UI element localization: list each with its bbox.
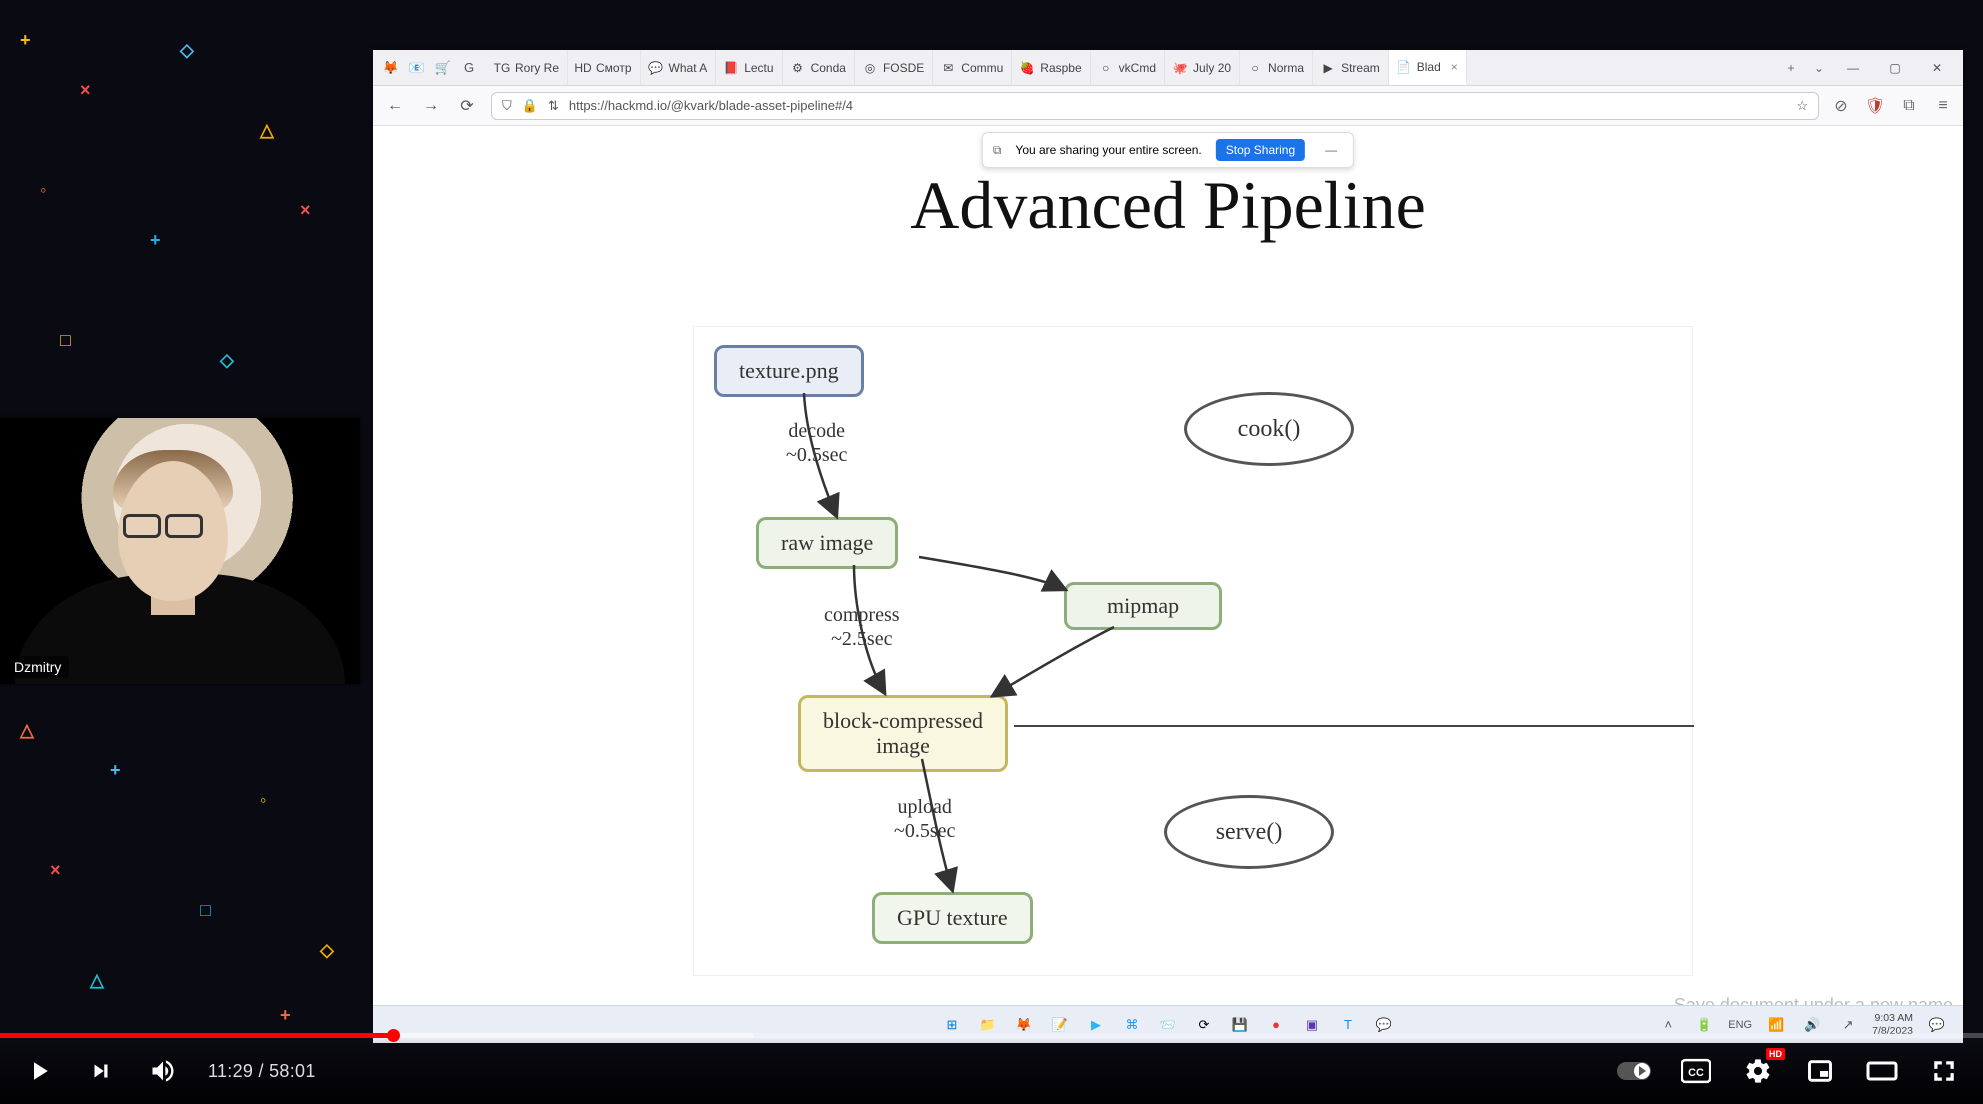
diagram-label-upload: upload~0.5sec	[894, 795, 955, 843]
pinned-tab[interactable]: G	[459, 58, 479, 78]
permission-icon[interactable]: ⇅	[548, 98, 559, 114]
share-message: You are sharing your entire screen.	[1015, 143, 1201, 157]
hamburger-menu-icon[interactable]: ≡	[1933, 96, 1953, 116]
captions-button[interactable]: CC	[1679, 1054, 1713, 1088]
browser-tab-strip: 🦊 📧 🛒 G TGRory Re HDСмотр 💬What A 📕Lectu…	[373, 50, 1963, 86]
diagram-node-raw: raw image	[756, 517, 898, 569]
settings-button[interactable]: HD	[1741, 1054, 1775, 1088]
svg-text:CC: CC	[1688, 1067, 1704, 1079]
video-controls: 11:29 / 58:01 CC HD	[0, 1038, 1983, 1104]
pipeline-diagram: texture.png raw image mipmap block-compr…	[693, 326, 1693, 976]
url-bar[interactable]: ⛉ 🔒 ⇅ https://hackmd.io/@kvark/blade-ass…	[491, 92, 1819, 120]
browser-tab[interactable]: TGRory Re	[487, 50, 568, 85]
diagram-node-mipmap: mipmap	[1064, 582, 1222, 630]
pinned-tab[interactable]: 🛒	[433, 58, 453, 78]
browser-tab[interactable]: 🍓Raspbe	[1012, 50, 1090, 85]
window-maximize-button[interactable]: ▢	[1875, 53, 1915, 83]
stop-sharing-button[interactable]: Stop Sharing	[1216, 139, 1305, 161]
screen-share-banner: ⧉ You are sharing your entire screen. St…	[982, 132, 1354, 168]
diagram-call-cook: cook()	[1184, 392, 1354, 466]
lock-icon[interactable]: 🔒	[522, 98, 538, 114]
browser-tab[interactable]: ◎FOSDE	[855, 50, 933, 85]
theater-mode-button[interactable]	[1865, 1054, 1899, 1088]
diagram-label-decode: decode~0.5sec	[786, 419, 847, 467]
diagram-separator	[1014, 725, 1694, 727]
time-display: 11:29 / 58:01	[208, 1061, 316, 1082]
diagram-node-texture: texture.png	[714, 345, 864, 397]
presenter-webcam: Dzmitry	[0, 418, 360, 684]
browser-tab[interactable]: ✉Commu	[933, 50, 1012, 85]
bookmark-star-icon[interactable]: ☆	[1796, 98, 1808, 114]
nav-forward-button[interactable]: →	[419, 94, 443, 118]
mute-button[interactable]	[146, 1054, 180, 1088]
browser-tab[interactable]: ▶Stream	[1313, 50, 1389, 85]
play-button[interactable]	[22, 1054, 56, 1088]
diagram-label-compress: compress~2.5sec	[824, 603, 900, 651]
close-tab-icon[interactable]: ×	[1451, 60, 1458, 74]
browser-tab[interactable]: 🐙July 20	[1165, 50, 1240, 85]
new-tab-button[interactable]: +	[1777, 61, 1805, 75]
minimize-sharebar-button[interactable]: —	[1319, 143, 1343, 157]
nav-back-button[interactable]: ←	[383, 94, 407, 118]
browser-tabs: TGRory Re HDСмотр 💬What A 📕Lectu ⚙Conda …	[487, 50, 1777, 85]
browser-tab[interactable]: HDСмотр	[568, 50, 641, 85]
browser-viewport: ⧉ You are sharing your entire screen. St…	[373, 126, 1963, 1030]
fullscreen-button[interactable]	[1927, 1054, 1961, 1088]
pinned-tab[interactable]: 🦊	[381, 58, 401, 78]
browser-tab-active[interactable]: 📄 Blad ×	[1389, 50, 1467, 85]
diagram-node-gpu: GPU texture	[872, 892, 1033, 944]
hd-badge: HD	[1766, 1048, 1785, 1060]
pinned-tab[interactable]: 📧	[407, 58, 427, 78]
shared-firefox-window: 🦊 📧 🛒 G TGRory Re HDСмотр 💬What A 📕Lectu…	[373, 50, 1963, 1030]
shield-icon[interactable]: ⛉	[502, 98, 512, 114]
miniplayer-button[interactable]	[1803, 1054, 1837, 1088]
presenter-name-label: Dzmitry	[6, 656, 69, 678]
pinned-tabs: 🦊 📧 🛒 G	[373, 58, 487, 78]
extension-icon[interactable]: 🛡	[1865, 96, 1885, 116]
next-video-button[interactable]	[84, 1054, 118, 1088]
browser-tab[interactable]: 💬What A	[641, 50, 717, 85]
autoplay-toggle[interactable]	[1617, 1054, 1651, 1088]
window-close-button[interactable]: ✕	[1917, 53, 1957, 83]
extension-icon[interactable]: ⧉	[1899, 96, 1919, 116]
diagram-call-serve: serve()	[1164, 795, 1334, 869]
slide-title: Advanced Pipeline	[373, 166, 1963, 245]
window-minimize-button[interactable]: —	[1833, 53, 1873, 83]
url-text: https://hackmd.io/@kvark/blade-asset-pip…	[569, 98, 853, 113]
extension-icon[interactable]: ⊘	[1831, 96, 1851, 116]
browser-toolbar: ← → ⟳ ⛉ 🔒 ⇅ https://hackmd.io/@kvark/bla…	[373, 86, 1963, 126]
browser-tab[interactable]: ○vkCmd	[1091, 50, 1165, 85]
window-controls: — ▢ ✕	[1833, 53, 1963, 83]
diagram-node-block-compressed: block-compressedimage	[798, 695, 1008, 772]
browser-tab[interactable]: 📕Lectu	[716, 50, 782, 85]
browser-tab[interactable]: ○Norma	[1240, 50, 1313, 85]
share-icon: ⧉	[993, 143, 1002, 158]
all-tabs-dropdown[interactable]: ⌄	[1805, 61, 1833, 75]
nav-reload-button[interactable]: ⟳	[455, 94, 479, 118]
browser-tab[interactable]: ⚙Conda	[783, 50, 855, 85]
